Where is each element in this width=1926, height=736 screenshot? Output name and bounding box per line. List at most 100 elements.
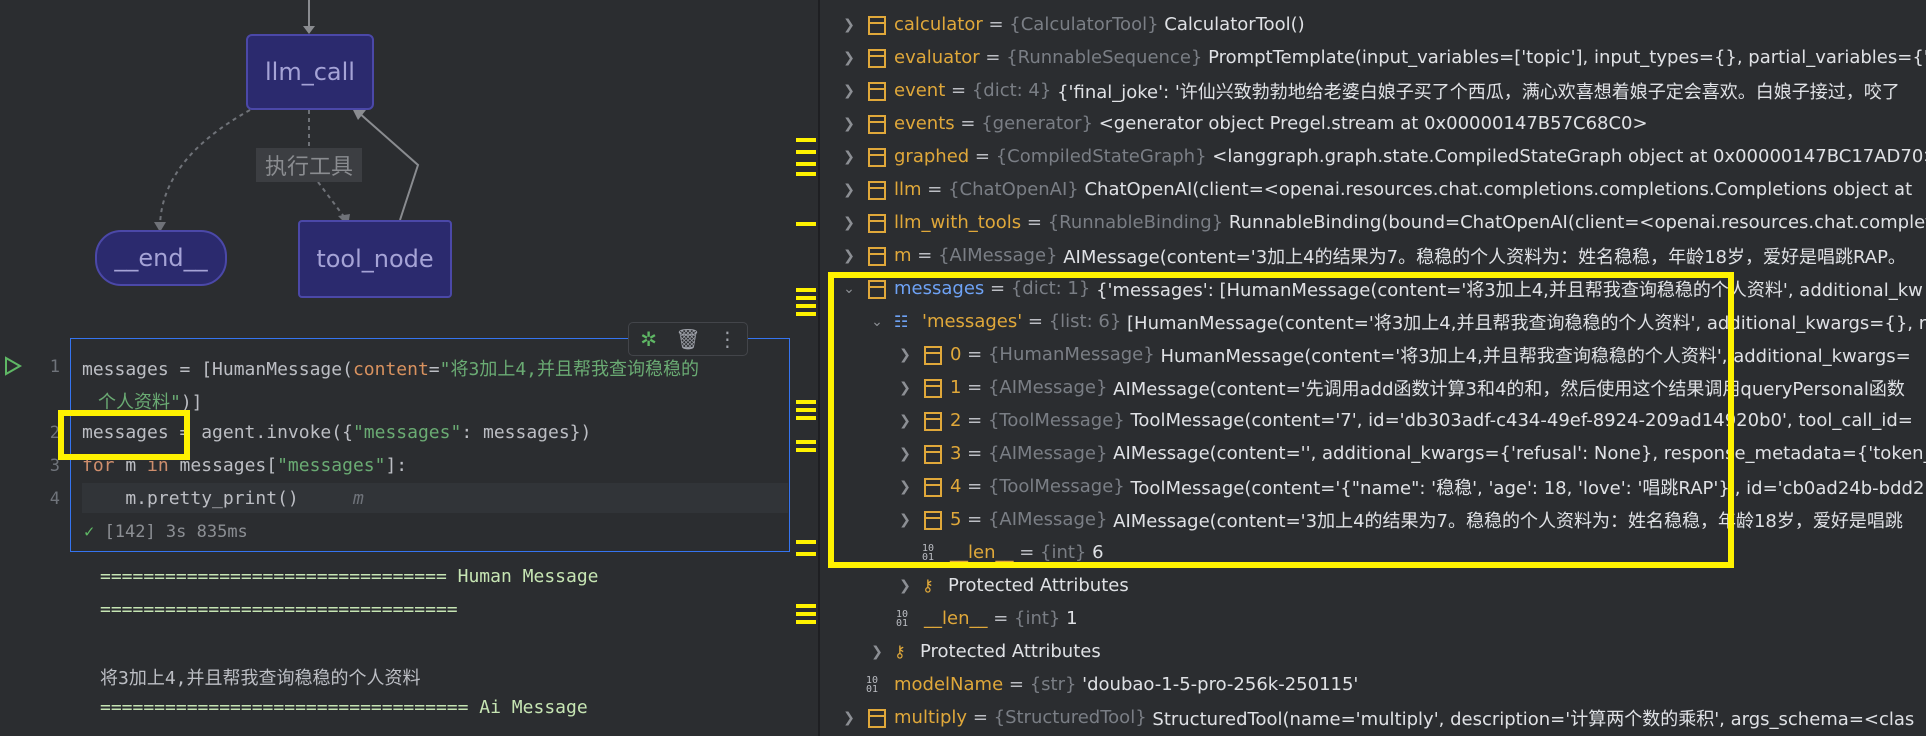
- variable-icon: [866, 81, 886, 101]
- var-name: Protected Attributes: [920, 641, 1101, 662]
- var-name: modelName: [894, 674, 1004, 695]
- variable-icon: [866, 213, 886, 233]
- chevron-right-icon[interactable]: ❯: [868, 644, 886, 660]
- var-value: {'final_joke': '许仙兴致勃勃地给老婆白娘子买了个西瓜，满心欢喜想…: [1057, 81, 1900, 103]
- chevron-right-icon[interactable]: ❯: [896, 578, 914, 594]
- var-name: evaluator: [894, 47, 980, 68]
- var-type: {CompiledStateGraph}: [995, 146, 1207, 167]
- var-type: {int}: [1014, 608, 1061, 629]
- var-name: multiply: [894, 707, 968, 728]
- var-value: RunnableBinding(bound=ChatOpenAI(client=…: [1228, 212, 1926, 233]
- graph-node-end: __end__: [95, 230, 227, 286]
- cell-toolbar: ✲ 🗑 ⋮: [628, 322, 748, 356]
- var-name: events: [894, 113, 955, 134]
- line-number: 1: [49, 357, 60, 377]
- var-name: calculator: [894, 14, 983, 35]
- binary-icon: 10 01: [896, 608, 909, 629]
- var-row-evaluator[interactable]: ❯ evaluator = {RunnableSequence} PromptTe…: [840, 41, 1926, 74]
- inlay-hint: m: [352, 488, 364, 509]
- code-token: "将3加上4,并且帮我查询稳稳的: [439, 359, 699, 380]
- var-name: event: [894, 80, 946, 101]
- graph-edge-label: 执行工具: [256, 148, 362, 182]
- var-name: Protected Attributes: [948, 575, 1129, 596]
- var-value: 'doubao-1-5-pro-256k-250115': [1082, 674, 1359, 695]
- code-token: messages = [HumanMessage(: [82, 359, 353, 380]
- var-row-events[interactable]: ❯ events = {generator} <generator object …: [840, 107, 1648, 140]
- code-token: "messages": [277, 455, 386, 476]
- var-value: StructuredTool(name='multiply', descript…: [1152, 708, 1915, 730]
- code-line-4[interactable]: m.pretty_print() m: [82, 488, 364, 509]
- var-name: m: [894, 245, 912, 266]
- variable-icon: [866, 147, 886, 167]
- code-token: m.pretty_print(): [82, 488, 299, 509]
- code-token: "messages": [352, 422, 462, 443]
- chevron-right-icon[interactable]: ❯: [840, 17, 858, 33]
- var-name: llm_with_tools: [894, 212, 1022, 233]
- var-value: <generator object Pregel.stream at 0x000…: [1098, 113, 1648, 134]
- line-number: 2: [49, 423, 60, 443]
- debug-bug-icon[interactable]: ✲: [635, 325, 663, 353]
- var-name: llm: [894, 179, 922, 200]
- var-type: {RunnableBinding}: [1047, 212, 1224, 233]
- var-name: graphed: [894, 146, 970, 167]
- var-row-event[interactable]: ❯ event = {dict: 4} {'final_joke': '许仙兴致勃…: [840, 74, 1900, 107]
- more-vertical-icon[interactable]: ⋮: [713, 325, 741, 353]
- annotation-box-messages-tree: [828, 272, 1734, 568]
- var-row-protected-list[interactable]: ❯ ⚷ Protected Attributes: [896, 569, 1129, 602]
- key-icon: ⚷: [922, 576, 934, 595]
- var-row-len-dict[interactable]: 10 01 __len__ = {int} 1: [896, 602, 1078, 635]
- chevron-right-icon[interactable]: ❯: [840, 182, 858, 198]
- output-line: ================================== Ai Me…: [100, 697, 588, 718]
- notebook-pane: llm_call __end__ tool_node 执行工具 ✲ 🗑 ⋮ 1 …: [0, 0, 818, 736]
- variable-icon: [866, 48, 886, 68]
- code-token: = agent.invoke({: [168, 422, 353, 443]
- var-type: {AIMessage}: [938, 245, 1058, 266]
- var-row-llm-with-tools[interactable]: ❯ llm_with_tools = {RunnableBinding} Runn…: [840, 206, 1926, 239]
- output-line: ================================ Human M…: [100, 566, 599, 587]
- chevron-right-icon[interactable]: ❯: [840, 248, 858, 264]
- chevron-right-icon[interactable]: ❯: [840, 50, 858, 66]
- code-token: : messages}): [461, 422, 592, 443]
- code-token: =: [428, 359, 440, 380]
- execution-time: [142] 3s 835ms: [104, 522, 248, 542]
- graph-node-tool-node: tool_node: [298, 220, 452, 298]
- chevron-right-icon[interactable]: ❯: [840, 710, 858, 726]
- var-value: AIMessage(content='3加上4的结果为7。稳稳的个人资料为：姓名…: [1063, 246, 1906, 268]
- variable-icon: [866, 246, 886, 266]
- run-cell-icon[interactable]: [2, 355, 24, 377]
- var-row-m[interactable]: ❯ m = {AIMessage} AIMessage(content='3加上4…: [840, 239, 1906, 272]
- key-icon: ⚷: [894, 642, 906, 661]
- var-value: PromptTemplate(input_variables=['topic']…: [1208, 47, 1926, 68]
- var-value: <langgraph.graph.state.CompiledStateGrap…: [1212, 146, 1926, 167]
- check-icon: ✓: [84, 522, 95, 542]
- var-type: {generator}: [981, 113, 1093, 134]
- execution-status: ✓ [142] 3s 835ms: [84, 522, 248, 542]
- var-row-multiply[interactable]: ❯ multiply = {StructuredTool} StructuredT…: [840, 701, 1914, 734]
- line-number: 3: [49, 456, 60, 476]
- var-row-graphed[interactable]: ❯ graphed = {CompiledStateGraph} <langgra…: [840, 140, 1926, 173]
- chevron-right-icon[interactable]: ❯: [840, 215, 858, 231]
- var-row-llm[interactable]: ❯ llm = {ChatOpenAI} ChatOpenAI(client=<o…: [840, 173, 1912, 206]
- output-line: 将3加上4,并且帮我查询稳稳的个人资料: [100, 668, 421, 689]
- var-value: CalculatorTool(): [1164, 14, 1305, 35]
- var-row-protected-dict[interactable]: ❯ ⚷ Protected Attributes: [868, 635, 1101, 668]
- code-token: content: [352, 359, 429, 380]
- chevron-right-icon[interactable]: ❯: [840, 116, 858, 132]
- code-line-1[interactable]: messages = [HumanMessage(content="将3加上4,…: [82, 355, 699, 381]
- debugger-variables-pane: ❯ calculator = {CalculatorTool} Calculato…: [820, 0, 1926, 736]
- variable-icon: [866, 180, 886, 200]
- var-row-model-name[interactable]: 10 01 modelName = {str} 'doubao-1-5-pro-25…: [866, 668, 1358, 701]
- variable-icon: [866, 114, 886, 134]
- chevron-right-icon[interactable]: ❯: [840, 83, 858, 99]
- var-type: {ChatOpenAI}: [948, 179, 1079, 200]
- var-type: {CalculatorTool}: [1009, 14, 1159, 35]
- var-row-calculator[interactable]: ❯ calculator = {CalculatorTool} Calculato…: [840, 8, 1305, 41]
- var-type: {StructuredTool}: [993, 707, 1147, 728]
- var-value: ChatOpenAI(client=<openai.resources.chat…: [1084, 179, 1913, 200]
- trash-icon[interactable]: 🗑: [674, 325, 702, 353]
- line-number: 4: [49, 489, 60, 509]
- graph-node-llm-call: llm_call: [246, 34, 374, 110]
- variable-icon: [866, 708, 886, 728]
- output-line: =================================: [100, 599, 458, 620]
- chevron-right-icon[interactable]: ❯: [840, 149, 858, 165]
